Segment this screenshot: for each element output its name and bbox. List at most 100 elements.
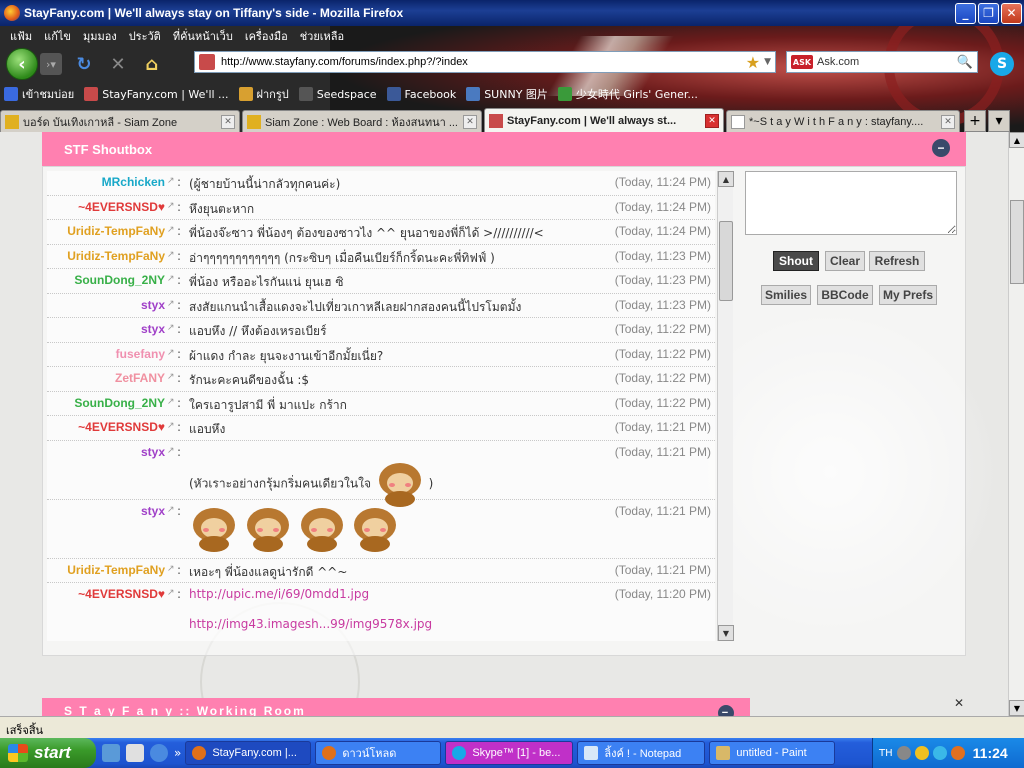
collapse-icon[interactable]: − [718, 705, 734, 716]
shout-user[interactable]: Uridiz-TempFaNy [67, 563, 165, 577]
external-link-icon[interactable]: ↗ [167, 588, 175, 598]
scroll-down-arrow-icon[interactable]: ▼ [718, 625, 734, 641]
bookmark-item[interactable]: StayFany.com | We'll ... [84, 87, 229, 101]
maximize-button[interactable]: ❐ [978, 2, 999, 24]
search-bar[interactable]: ASK Ask.com 🔍 [786, 51, 978, 73]
tab-item[interactable]: Siam Zone : Web Board : ห้องสนทนา ... ✕ [242, 110, 482, 132]
external-link-icon[interactable]: ↗ [167, 564, 175, 574]
shout-user[interactable]: SounDong_2NY [74, 273, 165, 287]
quicklaunch-more-icon[interactable]: » [174, 746, 181, 760]
shout-user[interactable]: styx [141, 504, 165, 518]
tab-close-icon[interactable]: ✕ [705, 113, 719, 128]
home-icon[interactable]: ⌂ [140, 52, 164, 76]
menu-edit[interactable]: แก้ไข [38, 27, 77, 45]
my-prefs-button[interactable]: My Prefs [879, 285, 937, 305]
shout-user[interactable]: ~4EVERSNSD♥ [78, 587, 165, 601]
tab-close-icon[interactable]: ✕ [221, 114, 235, 129]
menu-tools[interactable]: เครื่องมือ [239, 27, 294, 45]
shout-user[interactable]: styx [141, 445, 165, 459]
external-link-icon[interactable]: ↗ [167, 323, 175, 333]
menu-bookmarks[interactable]: ที่คั่นหน้าเว็บ [167, 27, 239, 45]
bookmark-star-icon[interactable]: ★ [746, 53, 760, 72]
menu-help[interactable]: ช่วยเหลือ [294, 27, 350, 45]
forward-button[interactable]: ›▾ [40, 53, 62, 75]
bbcode-button[interactable]: BBCode [817, 285, 873, 305]
quicklaunch-icon[interactable] [102, 744, 120, 762]
menu-history[interactable]: ประวัติ [123, 27, 167, 45]
ask-engine-icon[interactable]: ASK [791, 55, 813, 69]
external-link-icon[interactable]: ↗ [167, 372, 175, 382]
tray-icon[interactable] [950, 746, 965, 760]
shout-user[interactable]: SounDong_2NY [74, 396, 165, 410]
external-link-icon[interactable]: ↗ [167, 505, 175, 515]
reload-icon[interactable]: ↻ [72, 52, 96, 76]
stop-icon[interactable]: ✕ [106, 52, 130, 76]
back-button[interactable]: ‹ [6, 48, 38, 80]
close-button[interactable]: ✕ [1001, 2, 1022, 24]
shout-user[interactable]: ~4EVERSNSD♥ [78, 200, 165, 214]
collapse-icon[interactable]: − [932, 139, 950, 157]
tab-close-icon[interactable]: ✕ [941, 114, 955, 129]
taskbar-item[interactable]: untitled - Paint [709, 741, 836, 765]
menu-view[interactable]: มุมมอง [77, 27, 123, 45]
bookmark-item[interactable]: ฝากรูป [238, 85, 289, 103]
external-link-icon[interactable]: ↗ [167, 421, 175, 431]
taskbar-item[interactable]: ลิ้งค์ ! - Notepad [577, 741, 706, 765]
tray-arrow-icon[interactable] [896, 746, 911, 760]
bookmark-item[interactable]: 少女時代 Girls' Gener... [557, 86, 698, 102]
url-bar[interactable]: http://www.stayfany.com/forums/index.php… [194, 51, 776, 73]
shout-user[interactable]: fusefany [116, 347, 165, 361]
url-dropdown-icon[interactable]: ▼ [764, 57, 771, 67]
shout-user[interactable]: styx [141, 322, 165, 336]
shout-input[interactable] [745, 171, 957, 235]
tab-list-button[interactable]: ▾ [988, 110, 1010, 132]
tab-item[interactable]: บอร์ด บันเทิงเกาหลี - Siam Zone ✕ [0, 110, 240, 132]
new-tab-button[interactable]: + [964, 110, 986, 132]
shout-link[interactable]: http://img43.imagesh...99/img9578x.jpg [189, 617, 432, 631]
scroll-thumb[interactable] [719, 221, 733, 301]
external-link-icon[interactable]: ↗ [167, 348, 175, 358]
tab-item[interactable]: *~S t a y W i t h F a n y : stayfany....… [726, 110, 960, 132]
tray-icon[interactable] [932, 746, 947, 760]
tab-item-active[interactable]: StayFany.com | We'll always st... ✕ [484, 108, 724, 132]
language-indicator[interactable]: TH [879, 748, 893, 759]
close-icon[interactable]: ✕ [954, 696, 964, 710]
shout-button[interactable]: Shout [773, 251, 819, 271]
external-link-icon[interactable]: ↗ [167, 274, 175, 284]
taskbar-item[interactable]: ดาวน์โหลด [315, 741, 442, 765]
smilies-button[interactable]: Smilies [761, 285, 811, 305]
scroll-down-arrow-icon[interactable]: ▼ [1009, 700, 1024, 716]
external-link-icon[interactable]: ↗ [167, 176, 175, 186]
ie-icon[interactable] [150, 744, 168, 762]
start-button[interactable]: start [0, 738, 96, 768]
shoutbox-scrollbar[interactable]: ▲ ▼ [717, 171, 734, 641]
scroll-up-arrow-icon[interactable]: ▲ [718, 171, 734, 187]
tray-icon[interactable] [914, 746, 929, 760]
external-link-icon[interactable]: ↗ [167, 250, 175, 260]
minimize-button[interactable]: _ [955, 2, 976, 24]
bookmark-item[interactable]: SUNNY 图片 [466, 86, 548, 102]
search-icon[interactable]: 🔍 [957, 55, 973, 70]
external-link-icon[interactable]: ↗ [167, 397, 175, 407]
bookmark-item[interactable]: เข้าชมบ่อย [4, 85, 74, 103]
external-link-icon[interactable]: ↗ [167, 225, 175, 235]
scroll-thumb[interactable] [1010, 200, 1024, 284]
search-input[interactable]: Ask.com [817, 56, 957, 68]
scroll-up-arrow-icon[interactable]: ▲ [1009, 132, 1024, 148]
shout-user[interactable]: Uridiz-TempFaNy [67, 249, 165, 263]
shout-user[interactable]: styx [141, 298, 165, 312]
url-text[interactable]: http://www.stayfany.com/forums/index.php… [221, 56, 746, 68]
skype-icon[interactable]: S [990, 52, 1014, 76]
external-link-icon[interactable]: ↗ [167, 299, 175, 309]
page-scrollbar[interactable]: ▲ ▼ [1008, 132, 1024, 716]
quicklaunch-icon[interactable] [126, 744, 144, 762]
tab-close-icon[interactable]: ✕ [463, 114, 477, 129]
external-link-icon[interactable]: ↗ [167, 446, 175, 456]
shout-user[interactable]: MRchicken [102, 175, 165, 189]
shout-user[interactable]: Uridiz-TempFaNy [67, 224, 165, 238]
taskbar-item[interactable]: Skype™ [1] - be... [445, 741, 574, 765]
menu-file[interactable]: แฟ้ม [4, 27, 38, 45]
bookmark-item[interactable]: Facebook [386, 87, 456, 101]
taskbar-item[interactable]: StayFany.com |... [185, 741, 312, 765]
external-link-icon[interactable]: ↗ [167, 201, 175, 211]
